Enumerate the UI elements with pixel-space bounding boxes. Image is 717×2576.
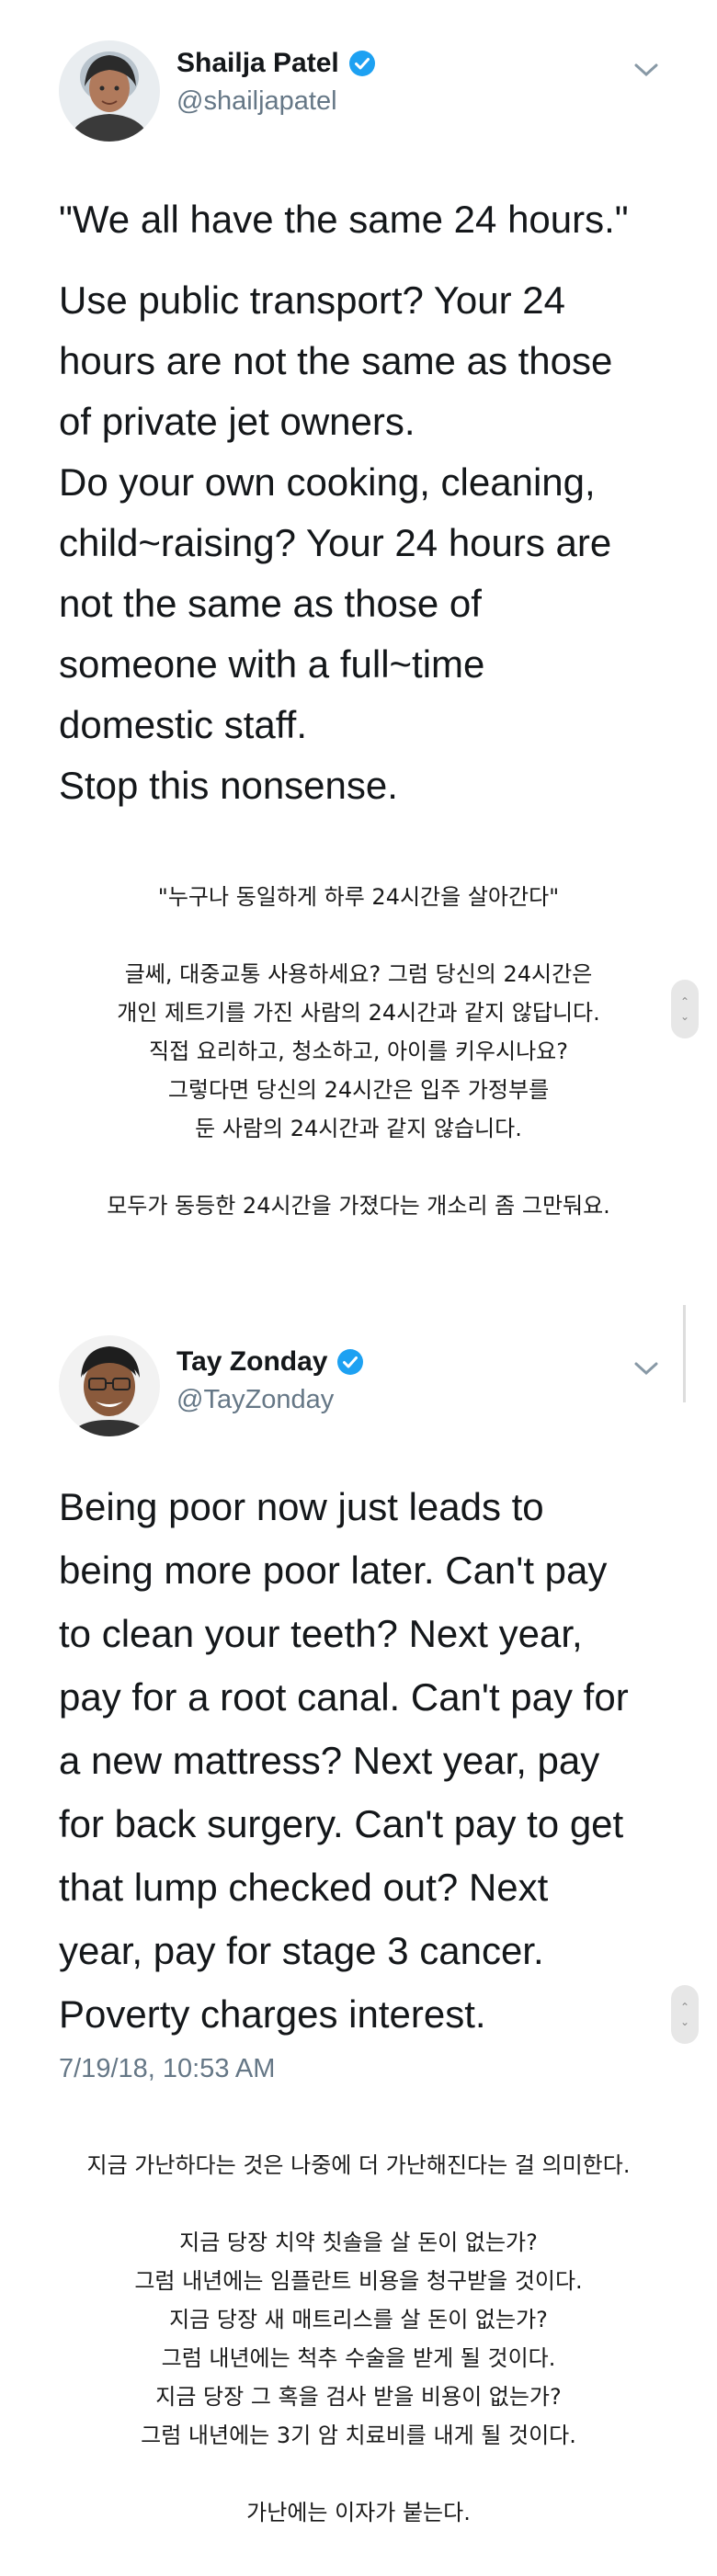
translation-line: "누구나 동일하게 하루 24시간을 살아간다" xyxy=(157,884,560,910)
chevron-down-icon[interactable] xyxy=(632,1359,660,1378)
translation-line: 그렇다면 당신의 24시간은 입주 가정부를 xyxy=(167,1077,550,1103)
tweet-text-line: Use public transport? Your 24 xyxy=(59,278,566,322)
scroll-arrows-icon[interactable]: ⌃ ⌄ xyxy=(671,980,699,1038)
tweet-text-line: for back surgery. Can't pay to get xyxy=(59,1802,624,1845)
translation-gap xyxy=(0,1148,717,1186)
tweet-text-line: being more poor later. Can't pay xyxy=(59,1549,608,1592)
tweet-card-1: Shailja Patel @shailjapatel "We all have… xyxy=(0,0,717,855)
translation-line: 지금 당장 새 매트리스를 살 돈이 없는가? xyxy=(169,2307,548,2332)
tweet-text-line: Do your own cooking, cleaning, xyxy=(59,460,596,504)
tweet-text-line: of private jet owners. xyxy=(59,400,415,443)
verified-badge-icon xyxy=(337,1349,364,1375)
translation-line: 개인 제트기를 가진 사람의 24시간과 같지 않답니다. xyxy=(117,1000,600,1026)
translation-line: 그럼 내년에는 척추 수술을 받게 될 것이다. xyxy=(161,2345,556,2371)
tweet-timestamp[interactable]: 7/19/18, 10:53 AM xyxy=(59,2054,275,2084)
translation-line: 모두가 동등한 24시간을 가졌다는 개소리 좀 그만둬요. xyxy=(107,1193,610,1219)
tweet-card-2: Tay Zonday @TayZonday Being poor now jus… xyxy=(0,1282,717,2091)
translation-line: 가난에는 이자가 붙는다. xyxy=(246,2500,471,2525)
scroll-down-icon: ⌄ xyxy=(679,1010,690,1023)
scroll-up-icon: ⌃ xyxy=(679,995,690,1008)
translation-gap xyxy=(0,2455,717,2493)
translation-line: 둔 사람의 24시간과 같지 않습니다. xyxy=(195,1116,522,1141)
tweet-text-line: pay for a root canal. Can't pay for xyxy=(59,1675,629,1719)
translation-line: 지금 당장 치약 칫솔을 살 돈이 없는가? xyxy=(179,2230,538,2255)
tweet-text-line: Being poor now just leads to xyxy=(59,1485,544,1528)
translation-line: 그럼 내년에는 3기 암 치료비를 내게 될 것이다. xyxy=(141,2423,576,2448)
user-handle[interactable]: @shailjapatel xyxy=(176,86,337,117)
tweet-text-line: domestic staff. xyxy=(59,703,308,746)
scroll-arrows-icon[interactable]: ⌃ ⌄ xyxy=(671,1985,699,2044)
tweet-text-line: child~raising? Your 24 hours are xyxy=(59,521,612,564)
translation-gap xyxy=(0,2184,717,2223)
korean-translation-1: "누구나 동일하게 하루 24시간을 살아간다" 글쎄, 대중교통 사용하세요?… xyxy=(0,878,717,1225)
translation-line: 직접 요리하고, 청소하고, 아이를 키우시나요? xyxy=(149,1038,568,1064)
tweet-text-line: someone with a full~time xyxy=(59,642,485,686)
translation-line: 지금 가난하다는 것은 나중에 더 가난해진다는 걸 의미한다. xyxy=(86,2152,631,2178)
avatar[interactable] xyxy=(59,40,160,142)
tweet-text-line: not the same as those of xyxy=(59,582,482,625)
avatar[interactable] xyxy=(59,1335,160,1436)
tweet-text-line: hours are not the same as those xyxy=(59,339,613,382)
chevron-down-icon[interactable] xyxy=(632,61,660,79)
tweet-text-line: to clean your teeth? Next year, xyxy=(59,1612,583,1655)
translation-line: 그럼 내년에는 임플란트 비용을 청구받을 것이다. xyxy=(134,2268,583,2294)
tweet-text-line: year, pay for stage 3 cancer. xyxy=(59,1929,544,1972)
tweet-text-line: that lump checked out? Next xyxy=(59,1866,549,1909)
tweet-text-line: Poverty charges interest. xyxy=(59,1992,486,2036)
verified-badge-icon xyxy=(348,51,375,76)
user-name[interactable]: Shailja Patel xyxy=(176,48,376,79)
user-handle[interactable]: @TayZonday xyxy=(176,1385,334,1415)
tweet-text-line: a new mattress? Next year, pay xyxy=(59,1739,600,1782)
tweet-text: Being poor now just leads to being more … xyxy=(59,1475,684,2046)
user-name[interactable]: Tay Zonday xyxy=(176,1346,364,1378)
translation-line: 글쎄, 대중교통 사용하세요? 그럼 당신의 24시간은 xyxy=(124,961,593,987)
translation-line: 지금 당장 그 혹을 검사 받을 비용이 없는가? xyxy=(155,2384,562,2410)
translation-gap xyxy=(0,916,717,955)
scroll-up-icon: ⌃ xyxy=(679,2001,690,2014)
korean-translation-2: 지금 가난하다는 것은 나중에 더 가난해진다는 걸 의미한다. 지금 당장 치… xyxy=(0,2146,717,2532)
scroll-down-icon: ⌄ xyxy=(679,2015,690,2028)
tweet-text: "We all have the same 24 hours." Use pub… xyxy=(59,189,684,816)
tweet-text-line: "We all have the same 24 hours." xyxy=(59,198,629,241)
tweet-text-line: Stop this nonsense. xyxy=(59,764,398,807)
